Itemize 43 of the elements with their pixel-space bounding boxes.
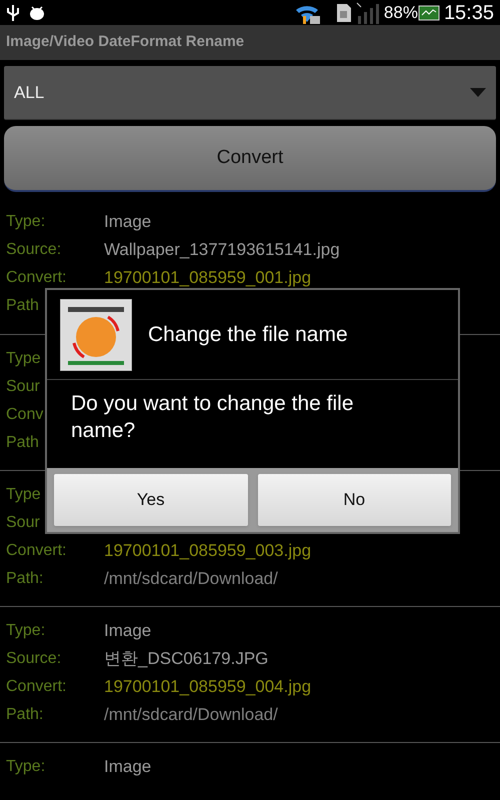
path-label: Path [6, 433, 40, 453]
source-label: Sour [6, 377, 41, 397]
field-value: 19700101_085959_004.jpg [104, 676, 312, 698]
filter-dropdown[interactable]: ALL [4, 66, 496, 120]
dialog-message: Do you want to change the file name? [71, 391, 355, 444]
type-label: Type [6, 349, 42, 369]
usb-icon [6, 4, 20, 22]
dropdown-value: ALL [14, 82, 46, 104]
type-label: Type: [6, 212, 46, 232]
field-value: Wallpaper_1377193615141.jpg [104, 239, 340, 262]
convert-label: Convert: [6, 268, 68, 288]
signal-icon [356, 2, 380, 24]
app-title: Image/Video DateFormat Rename [6, 32, 244, 52]
battery-icon [418, 4, 440, 20]
convert-label: Convert: [6, 541, 68, 561]
field-value: /mnt/sdcard/Download/ [104, 568, 278, 590]
type-label: Type: [6, 757, 46, 777]
type-label: Type [6, 485, 42, 505]
source-label: Source: [6, 240, 62, 260]
field-value: Image [104, 620, 152, 642]
dropdown-arrow-icon [470, 88, 486, 97]
field-value: Image [104, 756, 152, 778]
path-label: Path: [6, 569, 44, 589]
dialog-button[interactable]: Yes [54, 474, 248, 526]
field-value: Image [104, 211, 152, 234]
convert-button[interactable]: Convert [4, 126, 496, 192]
dialog-button[interactable]: No [258, 474, 451, 526]
clock: 15:35 [444, 0, 494, 26]
field-value: /mnt/sdcard/Download/ [104, 704, 278, 726]
bug-icon [28, 4, 46, 20]
sim-card-icon [336, 2, 352, 22]
path-label: Path [6, 296, 40, 316]
field-value: 19700101_085959_001.jpg [104, 267, 312, 290]
dialog-title: Change the file name [148, 322, 348, 348]
field-value: 19700101_085959_003.jpg [104, 540, 312, 562]
battery-percentage: 88% [384, 2, 418, 24]
type-label: Type: [6, 621, 46, 641]
app-icon [60, 298, 132, 370]
field-value: 변환_DSC06179.JPG [104, 648, 268, 670]
path-label: Path: [6, 705, 44, 725]
convert-label: Convert: [6, 677, 68, 697]
source-label: Sour [6, 513, 41, 533]
source-label: Source: [6, 649, 62, 669]
